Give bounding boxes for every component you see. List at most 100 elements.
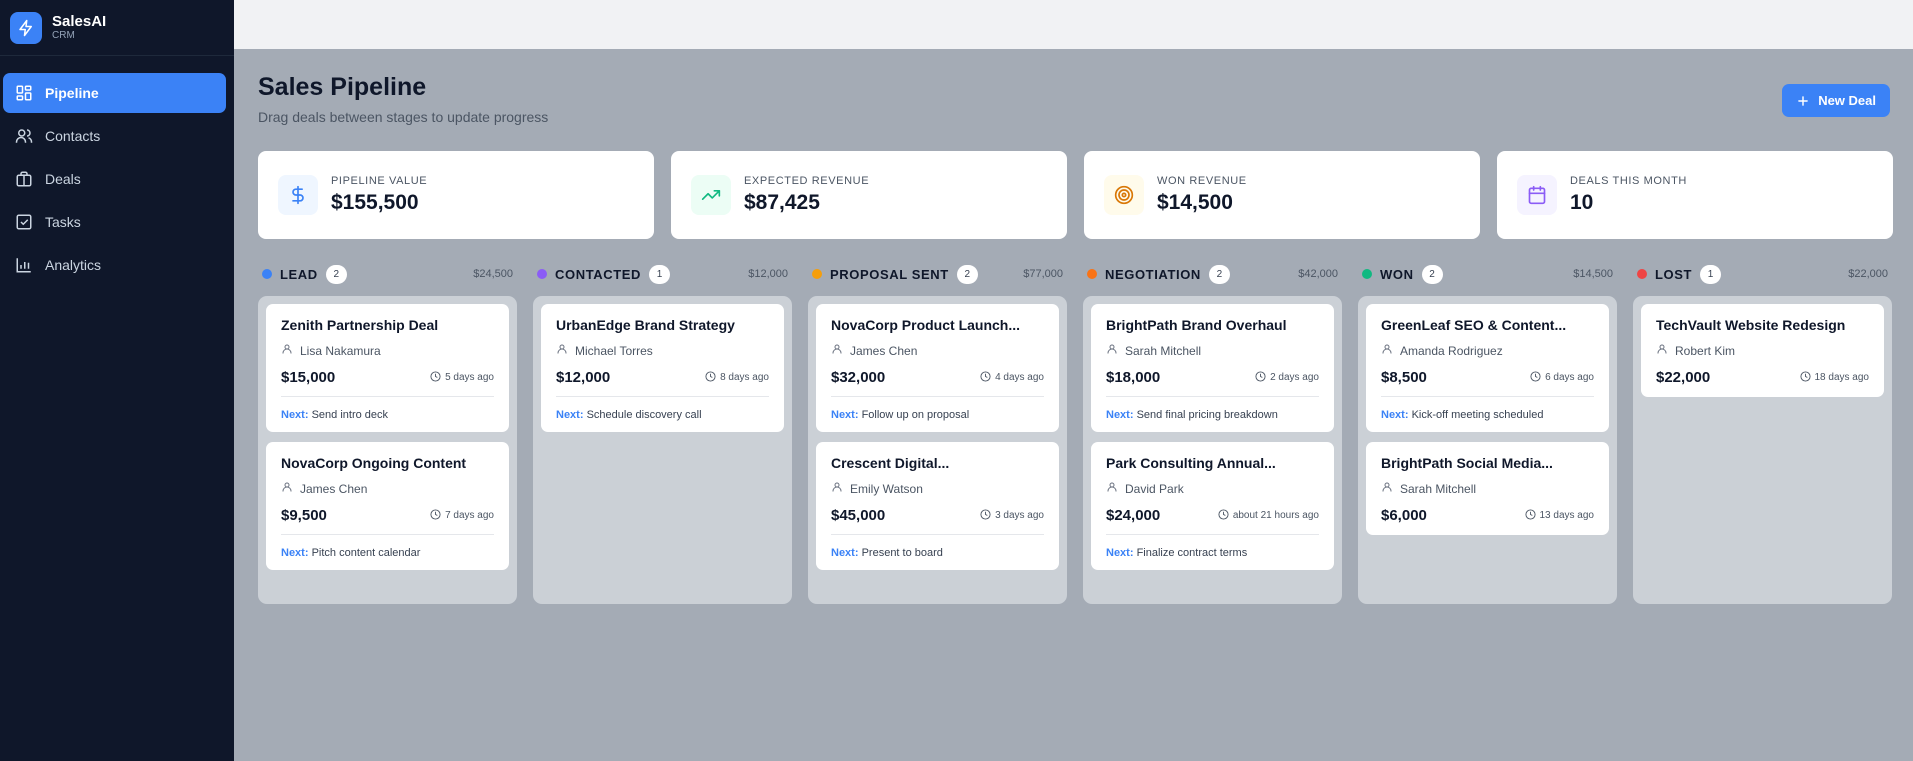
brand[interactable]: SalesAI CRM [0,0,234,56]
contact-name: Sarah Mitchell [1400,481,1477,496]
deal-card[interactable]: NovaCorp Ongoing Content James Chen $9,500… [266,442,509,570]
next-label: Next: [1106,409,1134,421]
deal-contact: Lisa Nakamura [281,343,494,358]
deal-card[interactable]: TechVault Website Redesign Robert Kim $22,… [1641,304,1884,397]
sidebar-item-pipeline[interactable]: Pipeline [3,73,226,113]
deal-next-step: Next: Present to board [831,534,1044,559]
sidebar-item-tasks[interactable]: Tasks [3,202,226,242]
column-lost: LOST 1 $22,000 TechVault Website Redesign Ro… [1633,263,1892,604]
clock-icon [430,370,441,385]
new-deal-button[interactable]: New Deal [1782,84,1890,117]
checkbox-icon [16,214,32,230]
stat-pipeline-value: Pipeline Value $155,500 [258,151,654,239]
trending-up-icon [691,175,731,215]
deal-amount: $24,000 [1106,507,1161,524]
deal-amount: $32,000 [831,369,886,386]
deal-card[interactable]: Park Consulting Annual... David Park $24,0… [1091,442,1334,570]
deal-meta: $18,000 2 days ago [1106,369,1319,386]
next-label: Next: [831,547,859,559]
deal-age: 7 days ago [430,508,494,523]
deal-age: 5 days ago [430,370,494,385]
stage-dot [1637,269,1647,279]
deal-card[interactable]: NovaCorp Product Launch... James Chen $32,… [816,304,1059,432]
column-title: LEAD [280,266,318,282]
column-header: CONTACTED 1 $12,000 [533,263,792,285]
column-count-badge: 1 [1700,264,1722,284]
plus-icon [1798,95,1808,106]
dollar-icon [278,175,318,215]
deal-amount: $45,000 [831,507,886,524]
brand-name: SalesAI [52,13,107,30]
deal-age: 4 days ago [980,370,1044,385]
stat-label: Won Revenue [1157,175,1247,187]
user-icon [281,343,293,358]
grid-icon [16,85,32,101]
deal-next-step: Next: Schedule discovery call [556,396,769,421]
deal-meta: $45,000 3 days ago [831,507,1044,524]
column-lead: LEAD 2 $24,500 Zenith Partnership Deal Lisa … [258,263,517,604]
clock-icon [1530,370,1541,385]
column-header: NEGOTIATION 2 $42,000 [1083,263,1342,285]
column-negotiation: NEGOTIATION 2 $42,000 BrightPath Brand Over… [1083,263,1342,604]
deal-card[interactable]: BrightPath Brand Overhaul Sarah Mitchell $… [1091,304,1334,432]
column-total: $14,500 [1573,268,1613,280]
column-contacted: CONTACTED 1 $12,000 UrbanEdge Brand Strateg… [533,263,792,604]
column-dropzone[interactable]: UrbanEdge Brand Strategy Michael Torres $1… [533,296,792,604]
column-count-badge: 2 [1421,264,1443,284]
deal-contact: Emily Watson [831,481,1044,496]
stage-dot [262,269,272,279]
deal-meta: $6,000 13 days ago [1381,507,1594,524]
deal-card[interactable]: Crescent Digital... Emily Watson $45,000 3 … [816,442,1059,570]
deal-age-text: 3 days ago [995,510,1044,521]
deal-contact: Sarah Mitchell [1106,343,1319,358]
column-header: LEAD 2 $24,500 [258,263,517,285]
contact-name: Emily Watson [850,481,923,496]
column-total: $77,000 [1023,268,1063,280]
deal-title: Park Consulting Annual... [1106,455,1276,471]
next-label: Next: [1106,547,1134,559]
column-total: $24,500 [473,268,513,280]
column-dropzone[interactable]: BrightPath Brand Overhaul Sarah Mitchell $… [1083,296,1342,604]
deal-age-text: 13 days ago [1539,510,1595,521]
next-step-text: Kick-off meeting scheduled [1411,409,1544,421]
column-title: WON [1380,266,1414,282]
deal-card[interactable]: UrbanEdge Brand Strategy Michael Torres $1… [541,304,784,432]
stat-value: $87,425 [744,191,820,214]
column-dropzone[interactable]: NovaCorp Product Launch... James Chen $32,… [808,296,1067,604]
deal-contact: David Park [1106,481,1319,496]
deal-next-step: Next: Send final pricing breakdown [1106,396,1319,421]
deal-contact: James Chen [831,343,1044,358]
stage-dot [1362,269,1372,279]
deal-title: GreenLeaf SEO & Content... [1381,317,1567,333]
user-icon [1381,481,1393,496]
column-count-badge: 2 [956,264,978,284]
contact-name: Robert Kim [1675,343,1736,358]
sidebar-item-contacts[interactable]: Contacts [3,116,226,156]
next-step-text: Schedule discovery call [586,409,702,421]
deal-card[interactable]: GreenLeaf SEO & Content... Amanda Rodrigu… [1366,304,1609,432]
stat-value: $155,500 [331,191,419,214]
column-dropzone[interactable]: TechVault Website Redesign Robert Kim $22,… [1633,296,1892,604]
clock-icon [705,370,716,385]
next-step-text: Finalize contract terms [1136,547,1248,559]
pipeline-board: LEAD 2 $24,500 Zenith Partnership Deal Lisa … [258,263,1892,604]
deal-card[interactable]: BrightPath Social Media... Sarah Mitchell… [1366,442,1609,535]
deal-title: UrbanEdge Brand Strategy [556,317,735,333]
stat-label: Expected Revenue [744,175,870,187]
deal-meta: $22,000 18 days ago [1656,369,1869,386]
column-dropzone[interactable]: GreenLeaf SEO & Content... Amanda Rodrigu… [1358,296,1617,604]
deal-contact: James Chen [281,481,494,496]
stat-label: Pipeline Value [331,175,428,187]
deal-meta: $8,500 6 days ago [1381,369,1594,386]
user-icon [831,343,843,358]
stat-won-revenue: Won Revenue $14,500 [1084,151,1480,239]
column-dropzone[interactable]: Zenith Partnership Deal Lisa Nakamura $15,… [258,296,517,604]
next-step-text: Present to board [861,547,943,559]
deal-card[interactable]: Zenith Partnership Deal Lisa Nakamura $15,… [266,304,509,432]
sidebar-item-deals[interactable]: Deals [3,159,226,199]
sidebar-item-analytics[interactable]: Analytics [3,245,226,285]
deal-amount: $6,000 [1381,507,1427,524]
column-header: LOST 1 $22,000 [1633,263,1892,285]
sidebar-item-label: Deals [45,171,81,187]
contact-name: Michael Torres [575,343,653,358]
